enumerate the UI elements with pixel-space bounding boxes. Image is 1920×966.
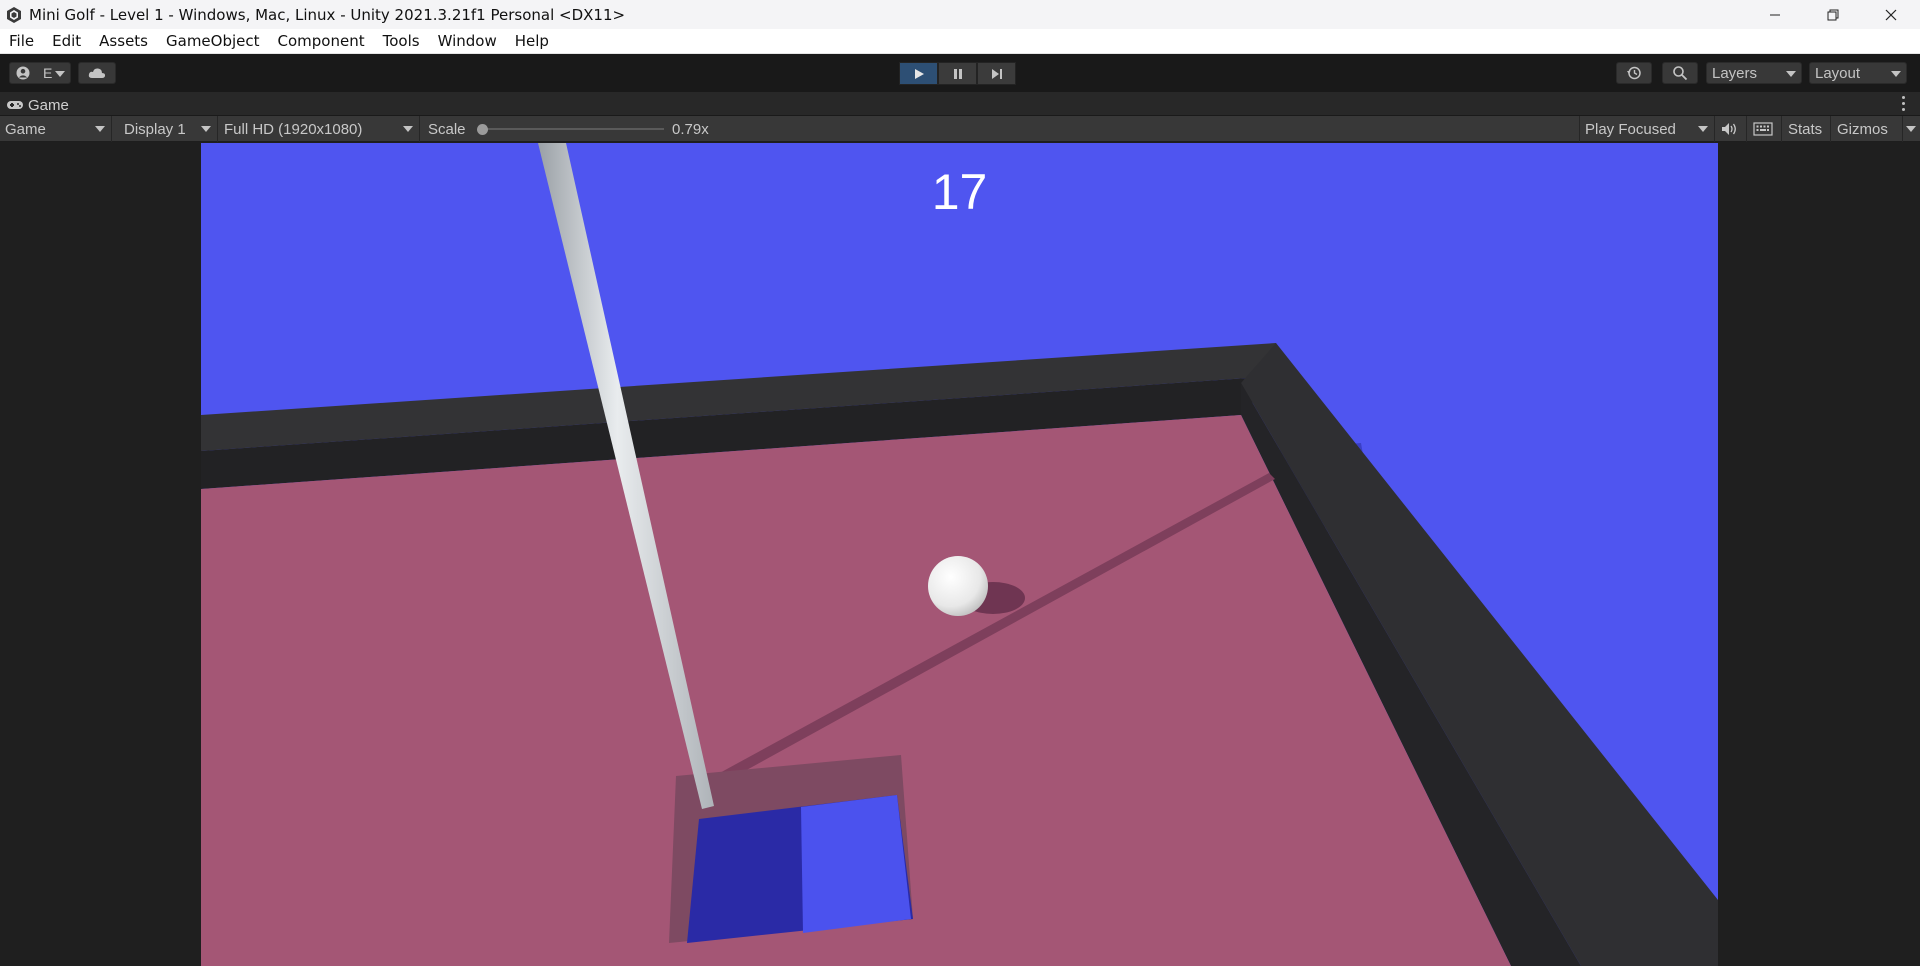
chevron-down-icon [1786,71,1796,77]
gamepad-icon [7,101,23,109]
display-dropdown[interactable]: Display 1 [119,116,218,142]
chevron-down-icon [403,126,413,132]
pause-button[interactable] [938,62,977,85]
menu-assets[interactable]: Assets [90,32,157,50]
layers-label: Layers [1712,64,1758,82]
history-button[interactable] [1616,62,1652,84]
play-controls [899,62,1016,85]
resolution-dropdown[interactable]: Full HD (1920x1080) [219,116,420,142]
unity-logo-icon [7,6,21,23]
account-icon [16,66,30,80]
shortcuts-button[interactable] [1748,116,1782,142]
layout-label: Layout [1815,64,1861,82]
search-button[interactable] [1662,62,1698,84]
play-button[interactable] [899,62,938,85]
main-toolbar: E Layers Layout [0,54,1920,92]
menu-bar: File Edit Assets GameObject Component To… [0,29,1920,54]
display-label: Display 1 [124,120,186,138]
gizmos-dropdown[interactable] [1902,116,1920,142]
layout-dropdown[interactable]: Layout [1809,62,1907,84]
view-mode-dropdown[interactable]: Game [0,116,112,142]
keyboard-icon [1753,122,1773,136]
step-button[interactable] [977,62,1016,85]
score-counter: 17 [931,164,988,220]
account-dropdown[interactable]: E [9,62,71,84]
chevron-down-icon [55,71,65,77]
menu-tools[interactable]: Tools [374,32,429,50]
play-mode-label: Play Focused [1585,120,1676,138]
game-tab-strip: Game [0,92,1920,116]
chevron-down-icon [1698,126,1708,132]
menu-gameobject[interactable]: GameObject [157,32,269,50]
menu-window[interactable]: Window [429,32,506,50]
tab-game[interactable]: Game [6,94,69,116]
stats-label: Stats [1788,120,1823,138]
view-mode-label: Game [5,120,46,138]
gizmos-button[interactable]: Gizmos [1832,116,1903,142]
chevron-down-icon [95,126,105,132]
chevron-down-icon [1906,126,1916,132]
tab-game-label: Game [28,96,69,114]
mute-audio-button[interactable] [1716,116,1747,142]
layers-dropdown[interactable]: Layers [1706,62,1802,84]
chevron-down-icon [201,126,211,132]
menu-file[interactable]: File [0,32,43,50]
resolution-label: Full HD (1920x1080) [224,120,363,138]
history-icon [1627,66,1641,80]
restore-icon [1827,9,1839,20]
step-icon [991,68,1002,79]
title-bar: Mini Golf - Level 1 - Windows, Mac, Linu… [0,0,1920,29]
search-icon [1673,66,1688,81]
golf-ball [928,556,988,616]
minimize-icon [1770,14,1780,15]
menu-edit[interactable]: Edit [43,32,90,50]
game-view-toolbar: Game Display 1 Full HD (1920x1080) Scale… [0,116,1920,142]
play-mode-dropdown[interactable]: Play Focused [1579,116,1715,142]
account-label: E [43,65,53,81]
cloud-button[interactable] [78,62,116,84]
scale-label: Scale [428,120,466,138]
menu-component[interactable]: Component [269,32,374,50]
hole-inside-light [801,795,911,933]
stats-button[interactable]: Stats [1783,116,1831,142]
cloud-icon [88,68,106,78]
close-icon [1885,9,1897,20]
scale-slider-thumb[interactable] [477,124,488,135]
chevron-down-icon [1891,71,1901,77]
game-scene [201,143,1718,966]
speaker-icon [1722,123,1736,135]
close-button[interactable] [1862,0,1920,29]
menu-help[interactable]: Help [506,32,558,50]
restore-button[interactable] [1804,0,1862,29]
scale-value: 0.79x [672,120,709,138]
more-options-icon[interactable] [1902,96,1906,114]
window-title: Mini Golf - Level 1 - Windows, Mac, Linu… [29,5,626,24]
game-viewport[interactable]: 17 [201,143,1718,966]
scale-slider-track[interactable] [482,128,664,130]
gizmos-label: Gizmos [1837,120,1888,138]
play-icon [914,68,924,79]
minimize-button[interactable] [1746,0,1804,29]
pause-icon [953,68,962,79]
